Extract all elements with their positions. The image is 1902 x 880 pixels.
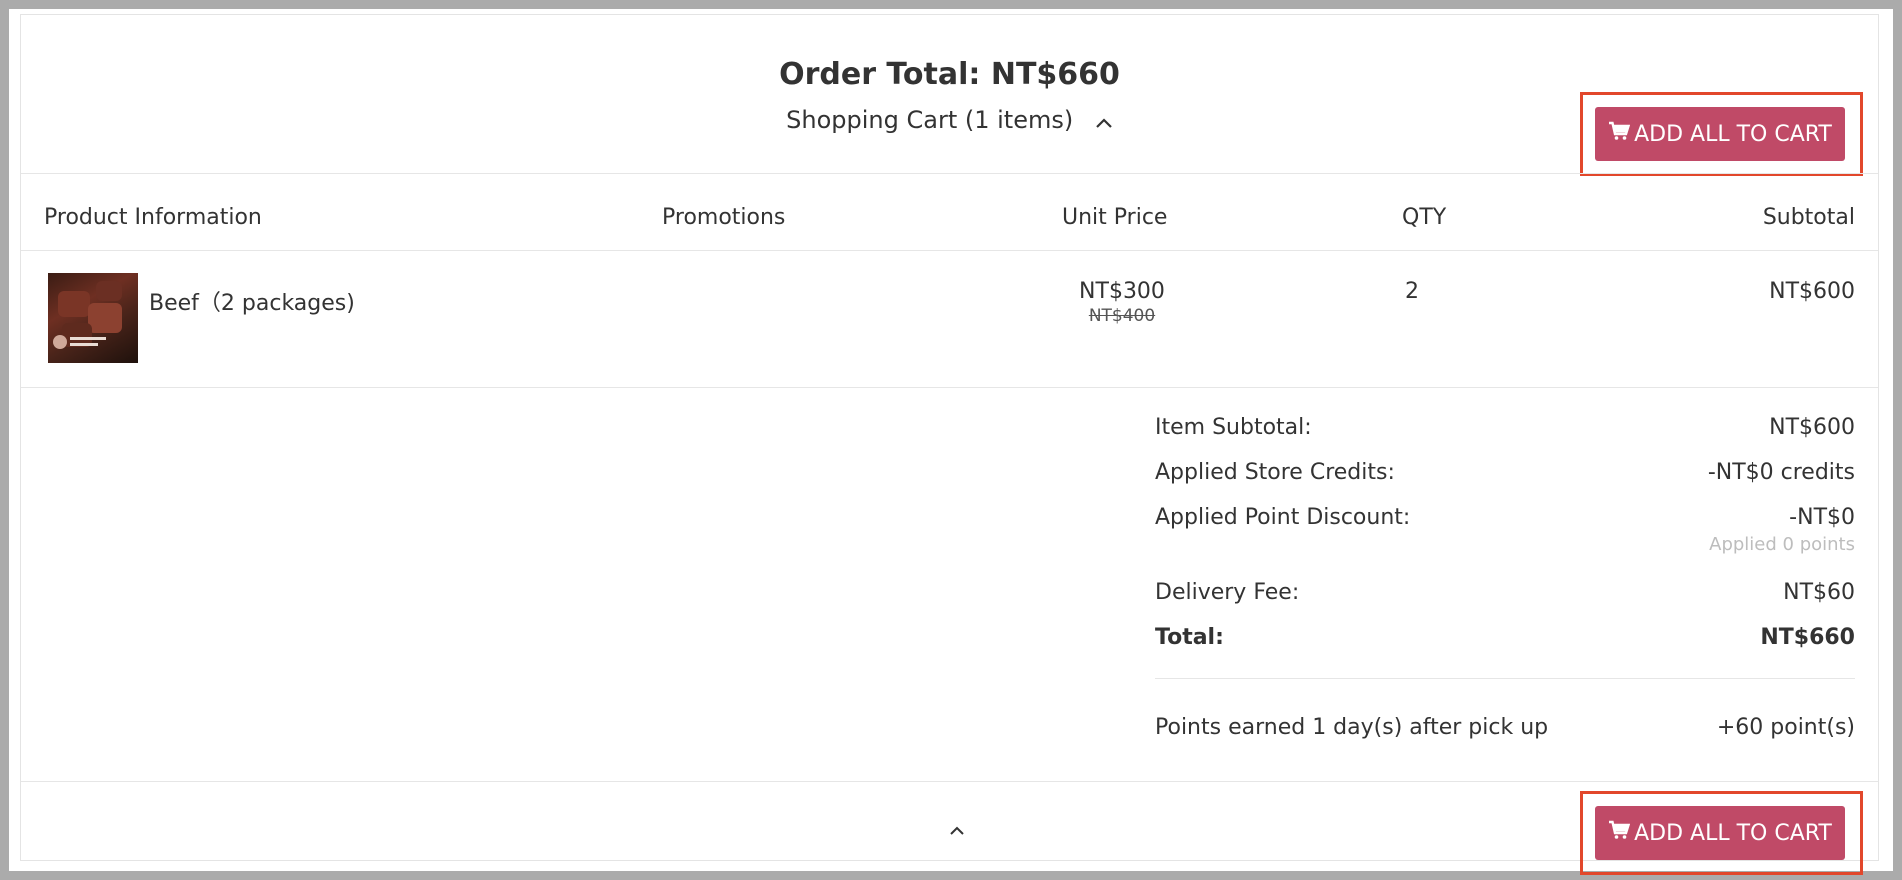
- points-earned-value: +60 point(s): [1716, 715, 1855, 740]
- cart-icon: [1608, 121, 1634, 147]
- divider: [21, 781, 1878, 782]
- add-all-to-cart-button-bottom[interactable]: ADD ALL TO CART: [1595, 806, 1845, 860]
- divider: [21, 387, 1878, 388]
- store-credits-value: -NT$0 credits: [1707, 460, 1855, 485]
- total-label: Total:: [1155, 625, 1224, 650]
- add-all-to-cart-label: ADD ALL TO CART: [1634, 820, 1832, 846]
- delivery-fee-label: Delivery Fee:: [1155, 580, 1300, 605]
- column-header-unit-price: Unit Price: [1062, 205, 1168, 230]
- item-subtotal-value: NT$600: [1769, 415, 1855, 440]
- column-header-product: Product Information: [44, 205, 262, 230]
- item-subtotal: NT$600: [1769, 279, 1855, 304]
- chevron-up-icon[interactable]: [949, 821, 965, 840]
- column-header-qty: QTY: [1402, 205, 1447, 230]
- cart-icon: [1608, 820, 1634, 846]
- summary-divider: [1155, 678, 1855, 679]
- divider: [21, 173, 1878, 174]
- add-all-to-cart-button-top[interactable]: ADD ALL TO CART: [1595, 107, 1845, 161]
- point-discount-value: -NT$0: [1789, 505, 1855, 530]
- order-summary-card: Order Total: NT$660 Shopping Cart (1 ite…: [20, 14, 1879, 875]
- store-credits-label: Applied Store Credits:: [1155, 460, 1395, 485]
- chevron-up-icon: [1095, 107, 1113, 135]
- product-name[interactable]: Beef（2 packages): [149, 285, 355, 317]
- point-discount-label: Applied Point Discount:: [1155, 505, 1411, 530]
- product-thumbnail[interactable]: [48, 273, 138, 363]
- points-earned-label: Points earned 1 day(s) after pick up: [1155, 715, 1549, 740]
- original-price: NT$400: [1088, 306, 1156, 326]
- item-subtotal-label: Item Subtotal:: [1155, 415, 1312, 440]
- delivery-fee-value: NT$60: [1783, 580, 1855, 605]
- add-all-to-cart-label: ADD ALL TO CART: [1634, 121, 1832, 147]
- page-panel: Order Total: NT$660 Shopping Cart (1 ite…: [9, 9, 1893, 875]
- unit-price: NT$300: [1079, 279, 1165, 304]
- column-header-subtotal: Subtotal: [1762, 205, 1855, 230]
- column-header-promotions: Promotions: [662, 205, 786, 230]
- item-qty: 2: [1405, 279, 1419, 304]
- divider: [21, 250, 1878, 251]
- point-discount-sub: Applied 0 points: [1709, 534, 1855, 555]
- total-value: NT$660: [1760, 625, 1855, 650]
- shopping-cart-toggle-label: Shopping Cart (1 items): [786, 106, 1074, 134]
- order-total-title: Order Total: NT$660: [779, 57, 1120, 92]
